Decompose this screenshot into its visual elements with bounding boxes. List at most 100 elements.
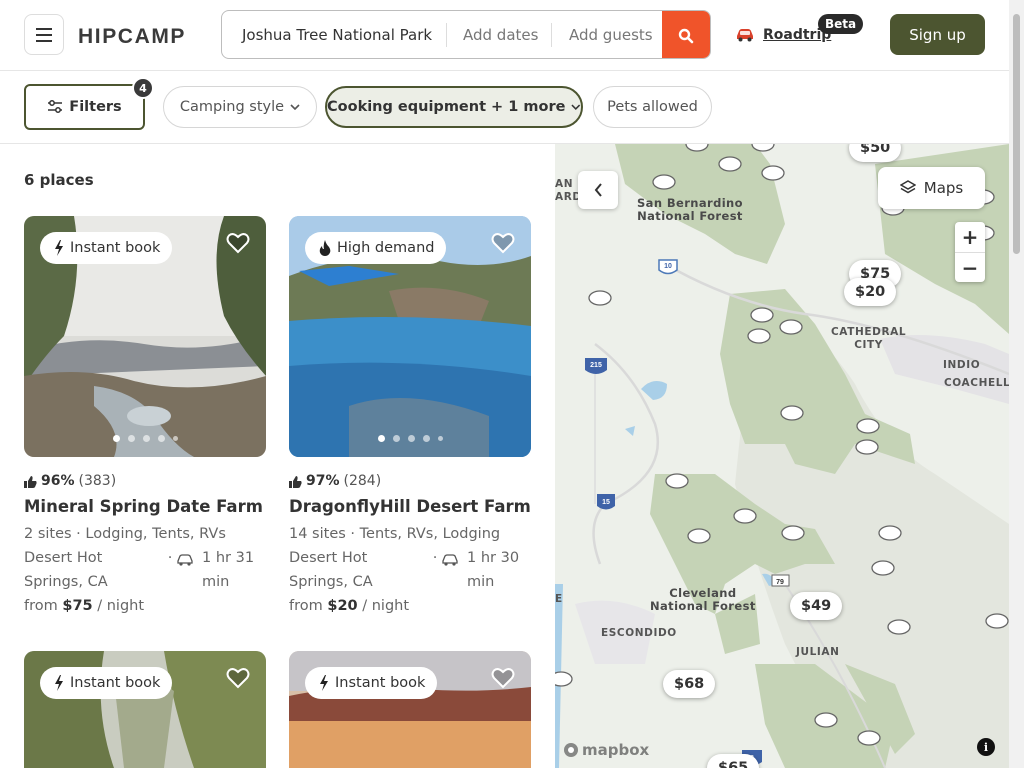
high-demand-tag: High demand bbox=[305, 232, 447, 264]
filters-button[interactable]: Filters bbox=[24, 84, 145, 130]
price-pin[interactable]: $50 bbox=[849, 144, 902, 162]
camping-style-filter[interactable]: Camping style bbox=[163, 86, 317, 128]
mapbox-attribution[interactable]: mapbox bbox=[563, 741, 649, 759]
lightning-icon bbox=[55, 240, 63, 256]
tag-label: Instant book bbox=[70, 675, 161, 691]
map-label-indio: INDIO bbox=[943, 359, 981, 371]
map-label-escondido: ESCONDIDO bbox=[601, 627, 677, 639]
chevron-left-icon bbox=[594, 183, 602, 197]
map-label-cleveland: Cleveland National Forest bbox=[650, 587, 756, 613]
filters-label: Filters bbox=[69, 99, 122, 115]
photo-carousel-dots[interactable] bbox=[289, 435, 531, 442]
roadtrip-link[interactable]: Roadtrip bbox=[735, 27, 831, 43]
price-prefix: from bbox=[24, 598, 58, 614]
zoom-out-button[interactable]: − bbox=[955, 252, 985, 282]
pets-allowed-filter[interactable]: Pets allowed bbox=[593, 86, 712, 128]
price-pin[interactable]: $65 bbox=[707, 754, 760, 768]
listing-city: Desert Hot Springs, CA bbox=[289, 550, 373, 590]
separator-dot: · bbox=[167, 550, 173, 566]
cooking-equipment-filter[interactable]: Cooking equipment + 1 more bbox=[325, 86, 583, 128]
map-label-text: San Bernardino National Forest bbox=[637, 196, 743, 223]
favorite-heart-icon[interactable] bbox=[226, 232, 250, 254]
highway-shield-label: 15 bbox=[602, 499, 610, 506]
price-pin[interactable]: $49 bbox=[790, 592, 843, 620]
search-icon bbox=[678, 28, 694, 43]
listing-card[interactable]: Instant book 96% (383) Mineral Spring Da… bbox=[24, 216, 266, 618]
lightning-icon bbox=[320, 675, 328, 691]
car-icon bbox=[737, 29, 753, 42]
price-pin[interactable]: $20 bbox=[844, 278, 897, 306]
hamburger-icon bbox=[36, 27, 52, 42]
zoom-in-button[interactable]: + bbox=[955, 222, 985, 252]
price-row: from $20 / night bbox=[289, 594, 531, 618]
listing-title[interactable]: Mineral Spring Date Farm bbox=[24, 497, 266, 516]
listing-details: 2 sites · Lodging, Tents, RVs bbox=[24, 526, 226, 542]
listing-photo[interactable]: High demand bbox=[289, 216, 531, 457]
highway-shield-label: 79 bbox=[776, 579, 784, 586]
scrollbar-thumb[interactable] bbox=[1013, 14, 1020, 254]
price-row: from $75 / night bbox=[24, 594, 266, 618]
map-label-julian: JULIAN bbox=[796, 646, 840, 658]
flame-icon bbox=[319, 240, 331, 256]
price-pin[interactable]: $68 bbox=[663, 670, 716, 698]
map-label-san-bernardino: San Bernardino National Forest bbox=[637, 197, 743, 223]
favorite-heart-icon[interactable] bbox=[491, 667, 515, 689]
listing-card[interactable]: Instant book bbox=[289, 651, 531, 768]
car-icon bbox=[441, 546, 467, 594]
map-label-text: CATHEDRAL CITY bbox=[831, 326, 907, 351]
rating-row: 97% (284) bbox=[289, 473, 531, 489]
photo-carousel-dots[interactable] bbox=[24, 435, 266, 442]
search-button[interactable] bbox=[662, 11, 710, 58]
beta-badge: Beta bbox=[818, 14, 864, 34]
map-base: 10 215 15 79 8 bbox=[555, 144, 1009, 768]
filters-count-badge: 4 bbox=[132, 77, 154, 99]
listing-title[interactable]: DragonflyHill Desert Farm bbox=[289, 497, 531, 516]
favorite-heart-icon[interactable] bbox=[491, 232, 515, 254]
menu-button[interactable] bbox=[24, 14, 64, 55]
signup-button[interactable]: Sign up bbox=[890, 14, 985, 55]
logo-text: HIPCAMP bbox=[78, 25, 186, 47]
chevron-down-icon bbox=[290, 104, 300, 110]
location-input[interactable]: Joshua Tree National Park bbox=[222, 26, 446, 44]
maps-label: Maps bbox=[923, 179, 964, 197]
instant-book-tag: Instant book bbox=[40, 232, 173, 264]
collapse-map-button[interactable] bbox=[578, 171, 618, 209]
rating-row: 96% (383) bbox=[24, 473, 266, 489]
chevron-down-icon bbox=[571, 104, 581, 110]
map-layers-button[interactable]: Maps bbox=[878, 167, 985, 209]
price-value: $75 bbox=[62, 598, 93, 614]
hipcamp-logo[interactable]: HIPCAMP bbox=[78, 21, 196, 49]
instant-book-tag: Instant book bbox=[305, 667, 438, 699]
listing-photo[interactable]: Instant book bbox=[289, 651, 531, 768]
listing-details: 14 sites · Tents, RVs, Lodging bbox=[289, 526, 501, 542]
page-scrollbar[interactable] bbox=[1009, 0, 1024, 768]
dates-input[interactable]: Add dates bbox=[447, 26, 551, 44]
results-map[interactable]: 10 215 15 79 8 AN ARDI San Bernardino Na… bbox=[555, 144, 1009, 768]
zoom-controls: + − bbox=[955, 222, 985, 282]
drive-time: 1 hr 30 min bbox=[467, 550, 520, 590]
map-label-edge: E bbox=[555, 593, 563, 605]
favorite-heart-icon[interactable] bbox=[226, 667, 250, 689]
guests-input[interactable]: Add guests bbox=[552, 26, 665, 44]
thumbs-up-icon bbox=[289, 475, 302, 488]
listing-photo[interactable]: Instant book bbox=[24, 651, 266, 768]
listing-photo[interactable]: Instant book bbox=[24, 216, 266, 457]
listing-city: Desert Hot Springs, CA bbox=[24, 550, 108, 590]
car-icon bbox=[176, 546, 202, 594]
price-prefix: from bbox=[289, 598, 323, 614]
rating-count: (383) bbox=[78, 473, 117, 489]
map-label-cathedral-city: CATHEDRAL CITY bbox=[831, 326, 906, 352]
location-row: Desert Hot Springs, CA · 1 hr 31 min bbox=[24, 546, 266, 594]
layers-icon bbox=[899, 180, 916, 194]
map-label-text: Cleveland National Forest bbox=[650, 586, 756, 613]
drive-time: 1 hr 31 min bbox=[202, 550, 255, 590]
listing-card[interactable]: Instant book bbox=[24, 651, 266, 768]
mapbox-label: mapbox bbox=[582, 741, 650, 759]
rating-percent: 97% bbox=[306, 473, 340, 489]
pets-allowed-label: Pets allowed bbox=[607, 99, 698, 115]
rating-percent: 96% bbox=[41, 473, 75, 489]
price-value: $20 bbox=[327, 598, 358, 614]
listing-card[interactable]: High demand 97% (284) DragonflyHill Dese… bbox=[289, 216, 531, 618]
rating-count: (284) bbox=[343, 473, 382, 489]
map-info-button[interactable]: i bbox=[977, 738, 995, 756]
